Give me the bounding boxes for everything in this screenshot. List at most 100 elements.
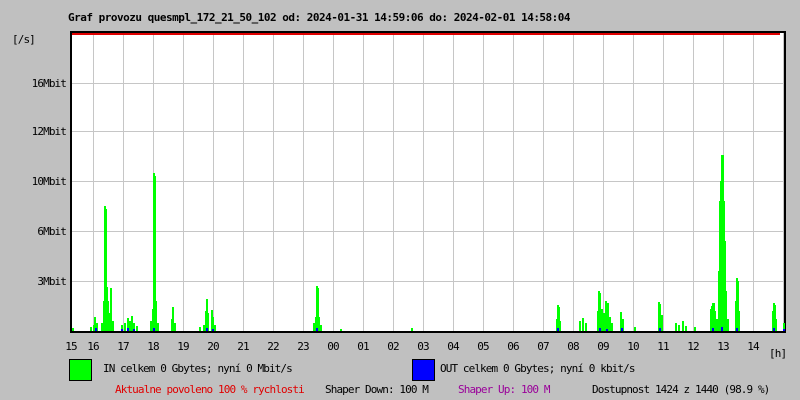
in-traffic-spike [775,319,777,331]
plot-area [70,31,786,333]
x-tick-label: 09 [597,340,609,353]
vertical-gridline [483,33,484,331]
vertical-gridline [693,33,694,331]
shaper-limit-line [72,33,780,35]
vertical-gridline [93,33,94,331]
vertical-gridline [543,33,544,331]
x-tick-label: 14 [747,340,759,353]
vertical-gridline [333,33,334,331]
legend-in-swatch [69,359,92,381]
x-tick-label: 23 [297,340,309,353]
in-traffic-spike [685,326,687,331]
legend-in-label: IN celkem 0 Gbytes; nyní 0 Mbit/s [103,362,293,375]
in-traffic-spike [559,321,561,331]
in-traffic-spike [738,311,740,331]
vertical-gridline [423,33,424,331]
out-traffic-spike [133,329,135,331]
x-tick-label: 02 [387,340,399,353]
in-traffic-spike [682,321,684,331]
vertical-gridline [603,33,604,331]
horizontal-gridline [72,231,784,232]
x-tick-label: 17 [117,340,129,353]
in-traffic-spike [320,325,322,331]
in-traffic-spike [611,323,613,331]
shaper-up-text: Shaper Up: 100 M [458,383,550,396]
x-tick-label: 19 [177,340,189,353]
x-tick-label: 05 [477,340,489,353]
in-traffic-spike [72,328,74,331]
x-tick-label: 16 [87,340,99,353]
in-traffic-spike [585,323,587,331]
in-traffic-spike [124,323,126,331]
out-traffic-spike [206,328,208,331]
x-tick-label: 22 [267,340,279,353]
vertical-gridline [393,33,394,331]
x-tick-label: 20 [207,340,219,353]
out-traffic-spike [557,328,559,331]
horizontal-gridline [72,181,784,182]
allowed-speed-text: Aktualne povoleno 100 % rychlosti [115,383,305,396]
horizontal-gridline [72,131,784,132]
legend-out-swatch [412,359,435,381]
in-traffic-spike [579,321,581,331]
out-traffic-spike [95,328,97,331]
vertical-gridline [363,33,364,331]
vertical-gridline [453,33,454,331]
x-tick-label: 21 [237,340,249,353]
in-traffic-spike [157,323,159,331]
x-tick-label: 07 [537,340,549,353]
out-traffic-spike [153,328,155,331]
out-traffic-spike [736,328,738,331]
vertical-gridline [753,33,754,331]
out-traffic-spike [127,328,129,331]
y-axis-unit-label: [/s] [12,33,36,46]
y-tick-label: 10Mbit [31,175,67,188]
in-traffic-spike [661,315,663,331]
x-tick-label: 04 [447,340,459,353]
x-tick-label: 01 [357,340,369,353]
in-traffic-spike [694,327,696,331]
out-traffic-spike [606,329,608,331]
y-tick-label: 6Mbit [37,225,67,238]
out-traffic-spike [659,328,661,331]
horizontal-gridline [72,281,784,282]
vertical-gridline [573,33,574,331]
in-traffic-spike [199,327,201,331]
vertical-gridline [783,33,784,331]
x-tick-label: 00 [327,340,339,353]
vertical-gridline [123,33,124,331]
x-tick-label: 13 [717,340,729,353]
x-tick-label: 03 [417,340,429,353]
y-tick-label: 16Mbit [31,77,67,90]
out-traffic-spike [712,328,714,331]
in-traffic-spike [582,318,584,331]
in-traffic-spike [136,326,138,331]
vertical-gridline [213,33,214,331]
in-traffic-spike [678,325,680,331]
x-tick-label: 11 [657,340,669,353]
availability-text: Dostupnost 1424 z 1440 (98.9 %) [592,383,770,396]
x-tick-label: 12 [687,340,699,353]
x-tick-label: 18 [147,340,159,353]
horizontal-gridline [72,83,784,84]
out-traffic-spike [121,329,123,331]
out-traffic-spike [599,328,601,331]
y-tick-label: 12Mbit [31,125,67,138]
vertical-gridline [633,33,634,331]
chart-title: Graf provozu quesmpl_172_21_50_102 od: 2… [68,11,571,24]
x-tick-label: 10 [627,340,639,353]
legend-out-label: OUT celkem 0 Gbytes; nyní 0 kbit/s [440,362,635,375]
x-tick-label: 06 [507,340,519,353]
in-traffic-spike [727,319,729,331]
in-traffic-spike [214,325,216,331]
vertical-gridline [183,33,184,331]
y-tick-label: 3Mbit [37,275,67,288]
x-tick-label: 08 [567,340,579,353]
vertical-gridline [273,33,274,331]
out-traffic-spike [316,328,318,331]
out-traffic-spike [783,329,785,331]
out-traffic-spike [212,329,214,331]
in-traffic-spike [90,327,92,331]
out-traffic-spike [721,327,723,331]
x-tick-label: 15 [65,340,77,353]
